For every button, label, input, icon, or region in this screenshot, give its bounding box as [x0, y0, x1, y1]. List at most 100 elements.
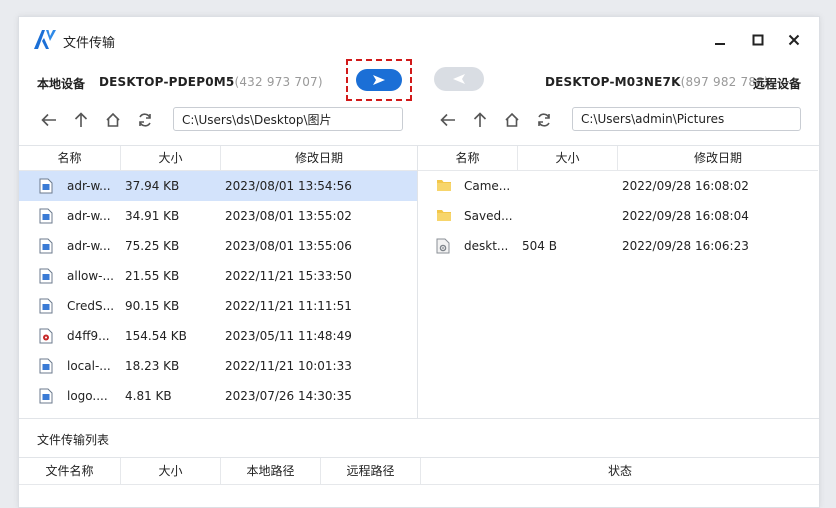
file-modified-date: 2022/11/21 10:01:33	[225, 359, 352, 373]
refresh-icon[interactable]	[135, 111, 155, 129]
folder-icon	[436, 208, 451, 224]
document-icon	[39, 208, 53, 224]
file-row[interactable]: CredS... 90.15 KB 2022/11/21 11:11:51	[19, 291, 417, 321]
remote-path-input[interactable]	[572, 107, 801, 131]
refresh-icon[interactable]	[534, 111, 554, 129]
file-modified-date: 2023/07/26 14:30:35	[225, 389, 352, 403]
send-arrow-icon	[373, 75, 385, 85]
queue-column-size[interactable]: 大小	[121, 458, 221, 484]
file-modified-date: 2023/08/01 13:54:56	[225, 179, 352, 193]
queue-column-filename[interactable]: 文件名称	[19, 458, 121, 484]
remote-path-bar	[436, 107, 819, 133]
file-row[interactable]: adr-w... 34.91 KB 2023/08/01 13:55:02	[19, 201, 417, 231]
file-modified-date: 2022/11/21 15:33:50	[225, 269, 352, 283]
queue-column-local-path[interactable]: 本地路径	[221, 458, 321, 484]
document-icon	[39, 238, 53, 254]
file-name: allow-...	[67, 269, 114, 283]
file-size: 18.23 KB	[125, 359, 180, 373]
file-size: 504 B	[522, 239, 557, 253]
file-size: 90.15 KB	[125, 299, 180, 313]
queue-column-remote-path[interactable]: 远程路径	[321, 458, 421, 484]
remote-file-list: 名称 大小 修改日期 Came... 2022/09/28 16:08:02 Sav…	[418, 146, 818, 418]
device-bar: 本地设备 DESKTOP-PDEP0M5(432 973 707) DESKTO…	[19, 59, 819, 101]
file-name: adr-w...	[67, 239, 111, 253]
file-size: 34.91 KB	[125, 209, 180, 223]
file-row[interactable]: local-... 18.23 KB 2022/11/21 10:01:33	[19, 351, 417, 381]
file-modified-date: 2023/08/01 13:55:02	[225, 209, 352, 223]
file-row[interactable]: allow-... 21.55 KB 2022/11/21 15:33:50	[19, 261, 417, 291]
transfer-list-title: 文件传输列表	[37, 433, 110, 447]
home-icon[interactable]	[103, 111, 123, 129]
transfer-list-header: 文件名称 大小 本地路径 远程路径 状态	[19, 457, 819, 485]
local-device-hostname: DESKTOP-PDEP0M5	[99, 75, 235, 89]
file-panes: 名称 大小 修改日期 adr-w... 37.94 KB 2023/08/01 13…	[19, 145, 819, 419]
local-table-header: 名称 大小 修改日期	[19, 146, 417, 171]
column-header-date[interactable]: 修改日期	[221, 146, 417, 170]
settings-file-icon	[436, 238, 450, 254]
close-button[interactable]	[783, 29, 805, 51]
file-modified-date: 2023/08/01 13:55:06	[225, 239, 352, 253]
file-size: 37.94 KB	[125, 179, 180, 193]
remote-device-name: DESKTOP-M03NE7K(897 982 788)	[545, 75, 769, 89]
back-icon[interactable]	[39, 111, 59, 129]
file-modified-date: 2022/09/28 16:08:02	[622, 179, 749, 193]
remote-table-header: 名称 大小 修改日期	[418, 146, 818, 171]
app-title: 文件传输	[63, 36, 116, 51]
local-path-bar	[37, 107, 427, 133]
queue-column-status[interactable]: 状态	[421, 458, 819, 484]
remote-device-label: 远程设备	[753, 77, 802, 91]
local-path-input[interactable]	[173, 107, 403, 131]
column-header-size[interactable]: 大小	[518, 146, 618, 170]
file-size: 4.81 KB	[125, 389, 172, 403]
file-row[interactable]: adr-w... 37.94 KB 2023/08/01 13:54:56	[19, 171, 417, 201]
app-logo-icon	[32, 27, 58, 51]
up-icon[interactable]	[470, 111, 490, 129]
file-size: 154.54 KB	[125, 329, 187, 343]
file-name: CredS...	[67, 299, 115, 313]
receive-arrow-icon	[453, 74, 465, 84]
minimize-button[interactable]	[709, 29, 731, 51]
file-size: 75.25 KB	[125, 239, 180, 253]
send-to-remote-button[interactable]	[356, 69, 402, 91]
home-icon[interactable]	[502, 111, 522, 129]
file-transfer-window: 文件传输 本地设备 DESKTOP-PDEP0M5(432 973 707) D…	[18, 16, 820, 508]
title-bar: 文件传输	[19, 17, 819, 63]
file-row[interactable]: logo.... 4.81 KB 2023/07/26 14:30:35	[19, 381, 417, 411]
file-name: local-...	[67, 359, 111, 373]
file-row[interactable]: Came... 2022/09/28 16:08:02	[418, 171, 818, 201]
file-modified-date: 2022/09/28 16:06:23	[622, 239, 749, 253]
file-name: d4ff9...	[67, 329, 110, 343]
document-icon	[39, 388, 53, 404]
file-modified-date: 2022/11/21 11:11:51	[225, 299, 352, 313]
up-icon[interactable]	[71, 111, 91, 129]
local-file-list: 名称 大小 修改日期 adr-w... 37.94 KB 2023/08/01 13…	[19, 146, 418, 418]
document-icon	[39, 178, 53, 194]
file-modified-date: 2023/05/11 11:48:49	[225, 329, 352, 343]
file-name: adr-w...	[67, 179, 111, 193]
column-header-name[interactable]: 名称	[19, 146, 121, 170]
column-header-size[interactable]: 大小	[121, 146, 221, 170]
back-icon[interactable]	[438, 111, 458, 129]
file-name: Came...	[464, 179, 511, 193]
local-device-id: (432 973 707)	[234, 75, 323, 89]
file-name: deskt...	[464, 239, 509, 253]
remote-device-hostname: DESKTOP-M03NE7K	[545, 75, 681, 89]
file-size: 21.55 KB	[125, 269, 180, 283]
local-device-name: DESKTOP-PDEP0M5(432 973 707)	[99, 75, 323, 89]
column-header-date[interactable]: 修改日期	[618, 146, 818, 170]
remote-rows: Came... 2022/09/28 16:08:02 Saved... 2022/0…	[418, 171, 818, 261]
file-row[interactable]: adr-w... 75.25 KB 2023/08/01 13:55:06	[19, 231, 417, 261]
file-name: logo....	[67, 389, 108, 403]
file-name: Saved...	[464, 209, 513, 223]
file-modified-date: 2022/09/28 16:08:04	[622, 209, 749, 223]
local-rows: adr-w... 37.94 KB 2023/08/01 13:54:56 adr-w…	[19, 171, 417, 411]
file-row[interactable]: d4ff9... 154.54 KB 2023/05/11 11:48:49	[19, 321, 417, 351]
media-file-icon	[39, 328, 53, 344]
document-icon	[39, 298, 53, 314]
file-row[interactable]: deskt... 504 B 2022/09/28 16:06:23	[418, 231, 818, 261]
file-row[interactable]: Saved... 2022/09/28 16:08:04	[418, 201, 818, 231]
receive-from-remote-button[interactable]	[434, 67, 484, 91]
local-device-label: 本地设备	[37, 77, 86, 91]
column-header-name[interactable]: 名称	[418, 146, 518, 170]
maximize-button[interactable]	[747, 29, 769, 51]
